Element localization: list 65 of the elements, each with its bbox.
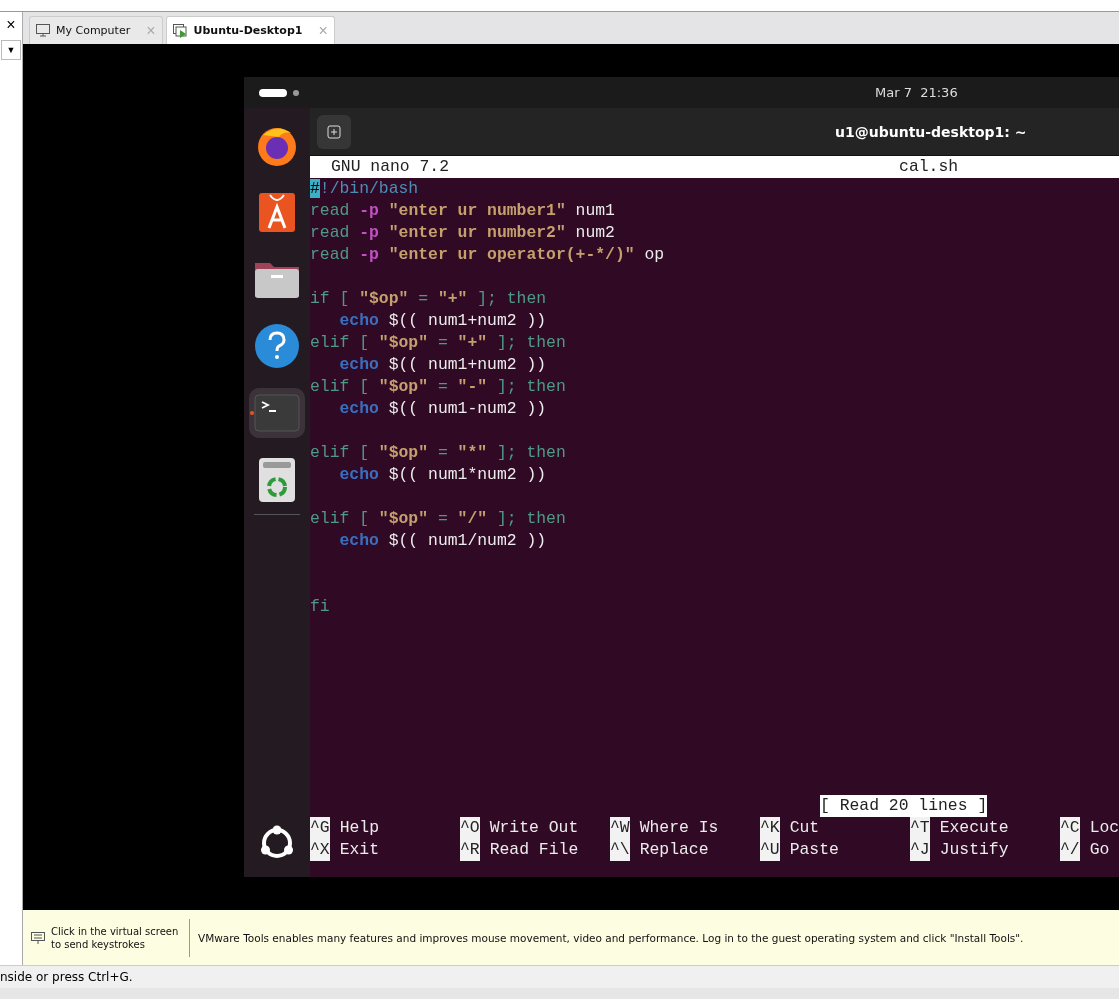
app-grid-icon[interactable] [259,825,295,861]
shortcut-label: Justify [939,839,1009,861]
window-title: u1@ubuntu-desktop1: ~ [835,123,1027,140]
code-line: #!/bin/bash [310,178,420,200]
code-line: fi [310,596,331,618]
code-line: echo $(( num1+num2 )) [338,310,548,332]
recycle-bin-icon [258,457,296,503]
shortcut-key: ^C [1060,817,1080,839]
shortcut-label: Help [339,817,380,839]
shopping-bag-icon [258,191,296,233]
editor-version: GNU nano 7.2 [331,156,450,178]
status-message: [ Read 20 lines ] [820,795,988,817]
tab[interactable]: Ubuntu-Desktop1 × [165,16,335,44]
shortcut-label: Loc [1089,817,1119,839]
shortcut-key: ^/ [1060,839,1080,861]
code-line: if [ "$op" = "+" ]; then [310,288,548,310]
shortcut-key: ^U [760,839,780,861]
workspace-indicator-icon[interactable] [259,87,301,98]
code-line: read -p "enter ur operator(+-*/)" op [310,244,666,266]
code-line: elif [ "$op" = "/" ]; then [310,508,567,530]
code-line: elif [ "$op" = "*" ]; then [310,442,567,464]
new-tab-button[interactable] [317,114,351,149]
shortcut-key: ^X [310,839,330,861]
tab-label: My Computer [56,24,131,37]
shortcut-key: ^G [310,817,330,839]
shortcut-key: ^J [910,839,930,861]
code-line: echo $(( num1/num2 )) [338,530,548,552]
code-line: echo $(( num1*num2 )) [338,464,548,486]
shortcut-label: Write Out [489,817,579,839]
code-line: read -p "enter ur number2" num2 [310,222,616,244]
dropdown-button[interactable]: ▼ [1,40,21,60]
shortcut-key: ^T [910,817,930,839]
shortcut-key: ^K [760,817,780,839]
code-line: echo $(( num1+num2 )) [338,354,548,376]
code-line: echo $(( num1-num2 )) [338,398,548,420]
terminal-icon [254,394,300,432]
shortcut-key: ^\ [610,839,630,861]
shortcut-key: ^O [460,817,480,839]
shortcut-label: Where Is [639,817,719,839]
shortcut-label: Replace [639,839,709,861]
status-text: nside or press Ctrl+G. [0,970,133,984]
tab[interactable]: My Computer × [29,16,163,44]
shortcut-label: Paste [789,839,839,861]
shortcut-label: Go [1089,839,1110,861]
clock[interactable]: Mar 7 21:36 [875,85,958,100]
code-line: read -p "enter ur number1" num1 [310,200,616,222]
hint-text: Click in the virtual screen to send keystrokes [51,924,180,951]
shortcut-label: Cut [789,817,820,839]
virtual-machine-icon [172,23,188,38]
shortcut-label: Read File [489,839,579,861]
shortcut-label: Exit [339,839,380,861]
shortcut-label: Execute [939,817,1009,839]
keyboard-icon [31,931,45,944]
plus-icon [327,124,341,139]
close-button[interactable]: × [2,16,20,34]
running-indicator [250,411,254,415]
shortcut-key: ^R [460,839,480,861]
shortcut-key: ^W [610,817,630,839]
help-icon [254,323,300,369]
code-line: elif [ "$op" = "-" ]; then [310,376,567,398]
tab-label: Ubuntu-Desktop1 [193,24,303,37]
monitor-icon [36,24,50,37]
code-line: elif [ "$op" = "+" ]; then [310,332,567,354]
info-message: VMware Tools enables many features and improves mouse movement, video and performance. Log in to the guest operating system and click "Install Tools". [198,931,1024,944]
file-name: cal.sh [899,156,959,178]
